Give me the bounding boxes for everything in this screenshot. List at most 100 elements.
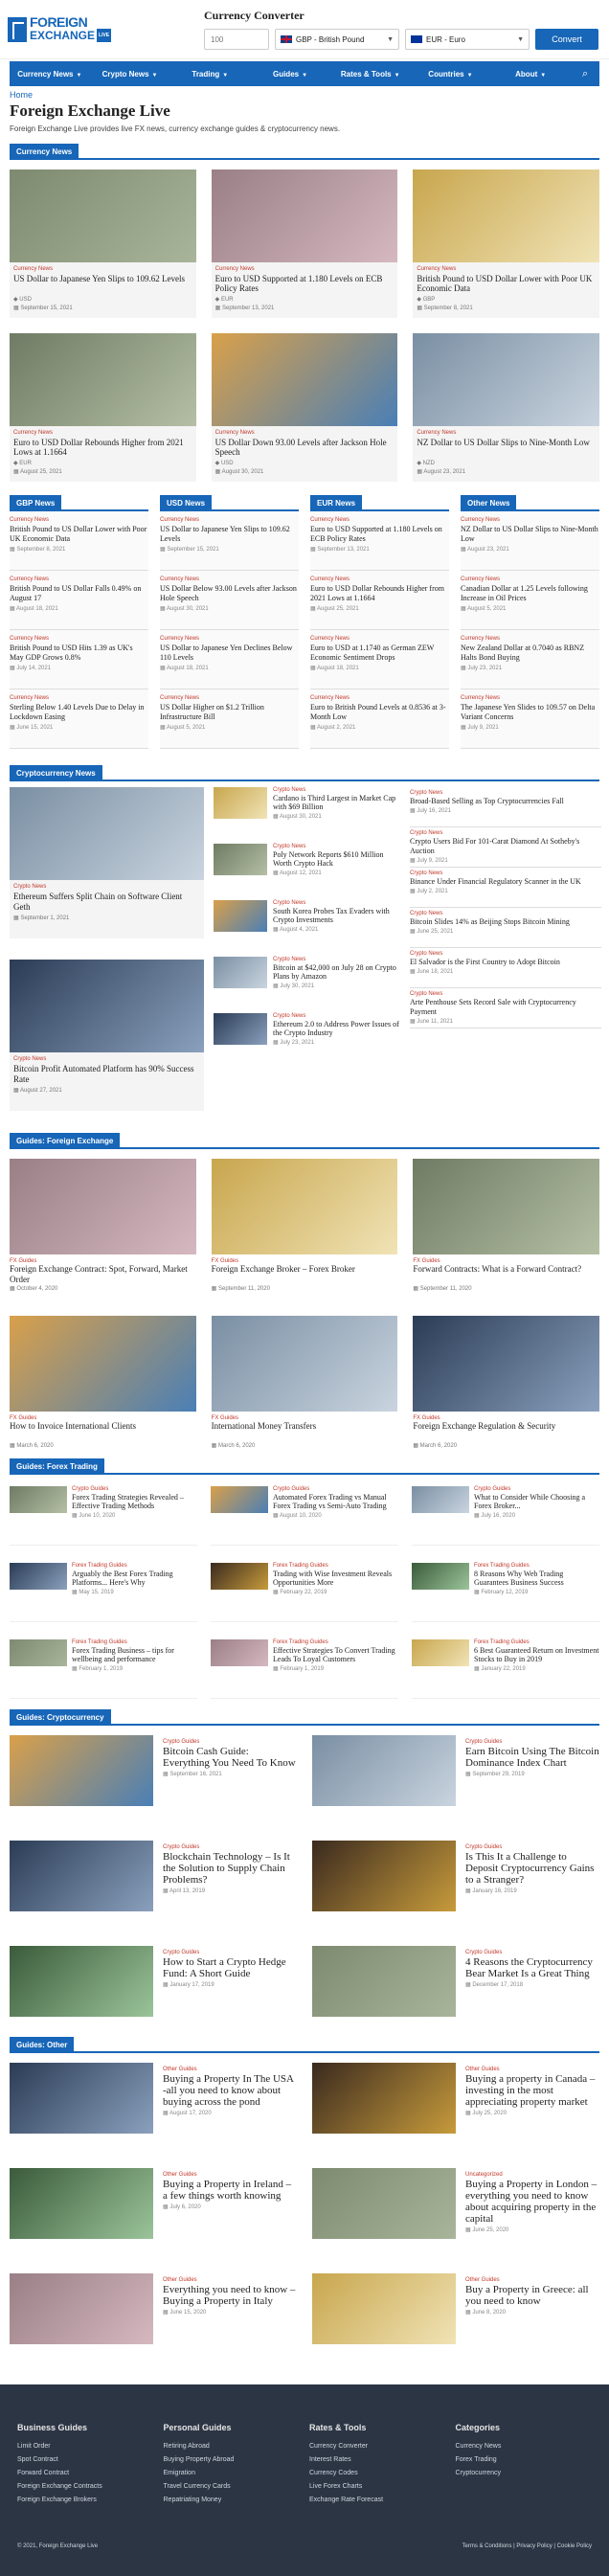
category-label[interactable]: Other Guides — [465, 2067, 599, 2072]
item-title[interactable]: US Dollar Higher on $1.2 Trillion Infras… — [160, 703, 299, 722]
article-image[interactable] — [10, 1316, 196, 1412]
guide-item[interactable]: Crypto Guides Forex Trading Strategies R… — [10, 1482, 197, 1546]
card-title[interactable]: Bitcoin Profit Automated Platform has 90… — [10, 1062, 204, 1085]
guide-item[interactable]: Forex Trading Guides Effective Strategie… — [211, 1636, 398, 1699]
item-title[interactable]: Broad-Based Selling as Top Cryptocurrenc… — [410, 797, 601, 806]
guide-item[interactable]: Forex Trading Guides 8 Reasons Why Web T… — [412, 1559, 599, 1622]
item-title[interactable]: El Salvador is the First Country to Adop… — [410, 958, 601, 967]
item-title[interactable]: Buying a Property in Ireland – a few thi… — [163, 2179, 297, 2202]
guide-item[interactable]: Other Guides Buy a Property in Greece: a… — [312, 2273, 599, 2344]
footer-link[interactable]: Travel Currency Cards — [164, 2480, 301, 2494]
amount-input[interactable]: 100 — [204, 29, 269, 50]
category-label[interactable]: Crypto News — [273, 844, 400, 849]
item-title[interactable]: Sterling Below 1.40 Levels Due to Delay … — [10, 703, 148, 722]
category-label[interactable]: Currency News — [413, 426, 599, 436]
crypto-list-item[interactable]: Crypto News El Salvador is the First Cou… — [410, 948, 601, 988]
nav-countries[interactable]: Countries ▼ — [411, 70, 491, 79]
item-title[interactable]: Earn Bitcoin Using The Bitcoin Dominance… — [465, 1746, 599, 1769]
category-label[interactable]: Crypto News — [273, 900, 400, 906]
article-image[interactable] — [10, 1735, 153, 1806]
category-label[interactable]: Crypto Guides — [72, 1486, 197, 1492]
footer-link[interactable]: Exchange Rate Forecast — [309, 2494, 446, 2507]
item-title[interactable]: Buying a Property in London – everything… — [465, 2179, 599, 2225]
category-label[interactable]: Crypto Guides — [474, 1486, 599, 1492]
category-label[interactable]: FX Guides — [10, 1412, 196, 1421]
item-title[interactable]: Euro to USD at 1.1740 as German ZEW Econ… — [310, 644, 449, 663]
category-label[interactable]: Currency News — [10, 517, 148, 523]
footer-link[interactable]: Repatriating Money — [164, 2494, 301, 2507]
guide-card[interactable]: FX Guides Foreign Exchange Broker – Fore… — [211, 1159, 398, 1300]
category-label[interactable]: Crypto News — [410, 911, 601, 916]
nav-currency-news[interactable]: Currency News ▼ — [10, 70, 90, 79]
card-title[interactable]: US Dollar Down 93.00 Levels after Jackso… — [212, 436, 398, 458]
list-item[interactable]: Currency News Euro to British Pound Leve… — [310, 689, 449, 749]
item-title[interactable]: The Japanese Yen Slides to 109.57 on Del… — [461, 703, 599, 722]
item-title[interactable]: Bitcoin at $42,000 on July 28 on Crypto … — [273, 963, 400, 981]
article-image[interactable] — [312, 2273, 456, 2344]
category-label[interactable]: Forex Trading Guides — [474, 1563, 599, 1569]
article-image[interactable] — [10, 1563, 67, 1590]
list-item[interactable]: Currency News British Pound to US Dollar… — [10, 571, 148, 630]
item-title[interactable]: 8 Reasons Why Web Trading Guarantees Bus… — [474, 1570, 599, 1587]
category-label[interactable]: Crypto News — [410, 870, 601, 876]
item-title[interactable]: 4 Reasons the Cryptocurrency Bear Market… — [465, 1956, 599, 1979]
category-label[interactable]: Currency News — [461, 695, 599, 701]
item-title[interactable]: South Korea Probes Tax Evaders with Cryp… — [273, 907, 400, 924]
news-card[interactable]: Currency News Euro to USD Dollar Rebound… — [10, 333, 196, 482]
item-title[interactable]: US Dollar Below 93.00 Levels after Jacks… — [160, 584, 299, 603]
guide-item[interactable]: Crypto Guides How to Start a Crypto Hedg… — [10, 1946, 297, 2017]
category-label[interactable]: Crypto Guides — [465, 1844, 599, 1850]
footer-link[interactable]: Currency Codes — [309, 2467, 446, 2480]
guide-item[interactable]: Forex Trading Guides Trading with Wise I… — [211, 1559, 398, 1622]
category-label[interactable]: Currency News — [310, 517, 449, 523]
item-title[interactable]: Euro to USD Supported at 1.180 Levels on… — [310, 525, 449, 544]
column-label[interactable]: Other News — [461, 495, 517, 511]
category-label[interactable]: Crypto News — [410, 991, 601, 997]
article-image[interactable] — [412, 1486, 469, 1513]
item-title[interactable]: US Dollar to Japanese Yen Declines Below… — [160, 644, 299, 663]
crypto-list-item[interactable]: Crypto News Crypto Users Bid For 101-Car… — [410, 827, 601, 868]
article-image[interactable] — [10, 1486, 67, 1513]
category-label[interactable]: FX Guides — [10, 1254, 196, 1264]
category-label[interactable]: Other Guides — [163, 2277, 297, 2283]
item-title[interactable]: Euro to USD Dollar Rebounds Higher from … — [310, 584, 449, 603]
article-image[interactable] — [412, 1639, 469, 1666]
article-image[interactable] — [413, 333, 599, 426]
list-item[interactable]: Currency News US Dollar to Japanese Yen … — [160, 511, 299, 571]
guide-item[interactable]: Crypto Guides What to Consider While Cho… — [412, 1482, 599, 1546]
category-label[interactable]: Currency News — [413, 262, 599, 272]
card-title[interactable]: Foreign Exchange Regulation & Security — [413, 1421, 599, 1442]
category-label[interactable]: FX Guides — [413, 1412, 599, 1421]
category-label[interactable]: Currency News — [461, 636, 599, 642]
guide-item[interactable]: Other Guides Everything you need to know… — [10, 2273, 297, 2344]
category-label[interactable]: Currency News — [212, 262, 398, 272]
column-label[interactable]: EUR News — [310, 495, 363, 511]
footer-link[interactable]: Live Forex Charts — [309, 2480, 446, 2494]
item-title[interactable]: 6 Best Guaranteed Return on Investment S… — [474, 1646, 599, 1663]
category-label[interactable]: Crypto News — [273, 957, 400, 962]
card-title[interactable]: How to Invoice International Clients — [10, 1421, 196, 1442]
crypto-mini-item[interactable]: Crypto News Poly Network Reports $610 Mi… — [214, 844, 400, 891]
item-title[interactable]: Ethereum 2.0 to Address Power Issues of … — [273, 1020, 400, 1037]
category-label[interactable]: Crypto News — [273, 787, 400, 793]
from-currency-select[interactable]: GBP - British Pound ▼ — [275, 29, 399, 50]
category-label[interactable]: Crypto Guides — [163, 1739, 297, 1745]
article-image[interactable] — [413, 169, 599, 262]
article-image[interactable] — [211, 169, 398, 262]
nav-trading[interactable]: Trading ▼ — [169, 70, 250, 79]
item-title[interactable]: Effective Strategies To Convert Trading … — [273, 1646, 398, 1663]
crypto-list-item[interactable]: Crypto News Arte Penthouse Sets Record S… — [410, 988, 601, 1028]
category-label[interactable]: Currency News — [310, 636, 449, 642]
article-image[interactable] — [10, 2168, 153, 2239]
article-image[interactable] — [211, 1563, 268, 1590]
category-label[interactable]: Currency News — [10, 636, 148, 642]
item-title[interactable]: Crypto Users Bid For 101-Carat Diamond A… — [410, 837, 601, 856]
category-label[interactable]: Currency News — [160, 695, 299, 701]
category-label[interactable]: Crypto News — [410, 951, 601, 957]
article-image[interactable] — [10, 1841, 153, 1911]
card-title[interactable]: NZ Dollar to US Dollar Slips to Nine-Mon… — [413, 436, 599, 458]
list-item[interactable]: Currency News Euro to USD at 1.1740 as G… — [310, 630, 449, 689]
article-image[interactable] — [312, 1946, 456, 2017]
article-image[interactable] — [312, 2168, 456, 2239]
footer-link[interactable]: Spot Contract — [17, 2453, 154, 2467]
